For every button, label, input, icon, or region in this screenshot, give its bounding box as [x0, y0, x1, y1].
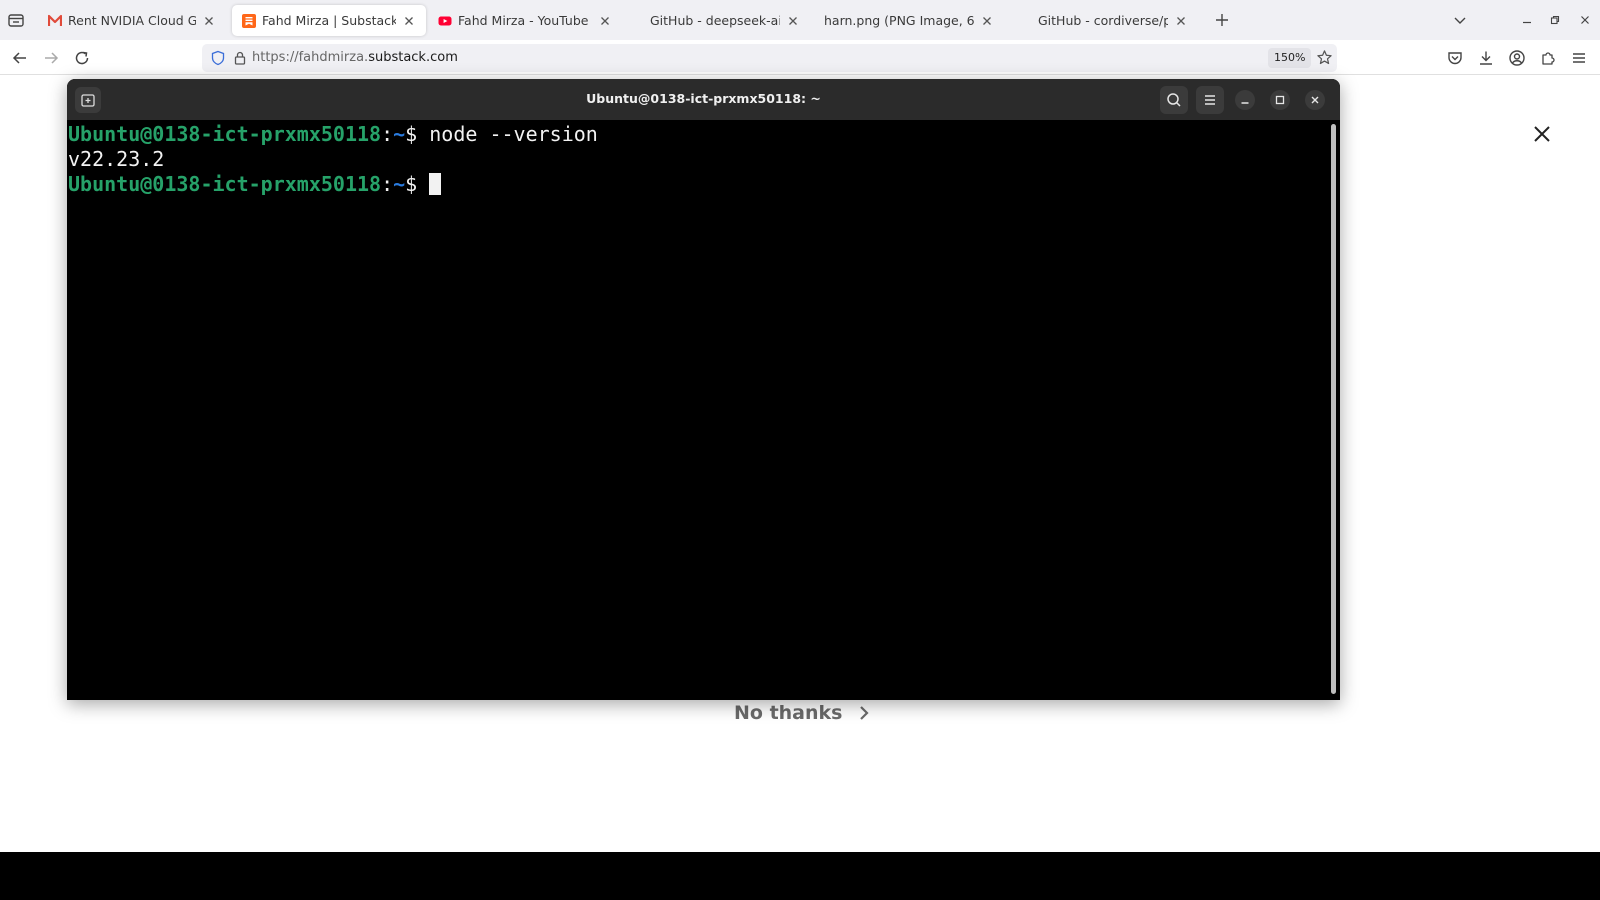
tab-substack[interactable]: Fahd Mirza | Substack — [232, 5, 426, 36]
command-output: v22.23.2 — [68, 147, 165, 171]
screen: Rent NVIDIA Cloud GPUs Fahd Mirza | Subs… — [0, 0, 1600, 900]
no-thanks-button[interactable]: No thanks — [734, 702, 872, 724]
lock-icon[interactable] — [232, 50, 248, 66]
minimize-icon[interactable] — [1520, 13, 1534, 27]
tab-strip: Rent NVIDIA Cloud GPUs Fahd Mirza | Subs… — [0, 0, 1600, 40]
chevron-right-icon — [856, 705, 872, 721]
pocket-icon[interactable] — [1446, 49, 1464, 67]
shield-icon[interactable] — [210, 50, 226, 66]
tab-github-cordiverse[interactable]: GitHub - cordiverse/paper — [1028, 5, 1198, 36]
close-icon[interactable] — [1174, 14, 1188, 28]
text-cursor — [429, 173, 442, 195]
close-window-icon[interactable] — [1578, 13, 1592, 27]
tab-label: Rent NVIDIA Cloud GPUs — [68, 13, 196, 28]
zoom-level-badge[interactable]: 150% — [1268, 48, 1312, 68]
close-icon[interactable] — [786, 14, 800, 28]
prompt-path: ~ — [393, 122, 406, 146]
terminal-title: Ubuntu@0138-ict-prxmx50118: ~ — [586, 91, 821, 106]
close-icon[interactable] — [1305, 90, 1325, 110]
back-arrow-icon[interactable] — [11, 49, 29, 67]
forward-arrow-icon[interactable] — [42, 49, 60, 67]
prompt-user: Ubuntu@0138-ict-prxmx50118 — [68, 172, 382, 196]
close-icon[interactable] — [980, 14, 994, 28]
close-icon[interactable] — [598, 14, 612, 28]
bookmark-star-icon[interactable] — [1316, 49, 1333, 66]
substack-icon — [242, 13, 256, 28]
command-text: node --version — [429, 122, 598, 146]
tab-list-icon[interactable] — [6, 10, 26, 30]
tab-youtube[interactable]: Fahd Mirza - YouTube — [428, 5, 622, 36]
download-icon[interactable] — [1477, 49, 1495, 67]
chevron-down-icon[interactable] — [1452, 12, 1468, 28]
prompt-dollar: $ — [405, 122, 430, 146]
close-icon[interactable] — [1530, 122, 1554, 146]
tab-label: Fahd Mirza | Substack — [262, 13, 396, 28]
url-bar[interactable]: https://fahdmirza.substack.com 150% — [202, 44, 1337, 72]
menu-hamburger-icon[interactable] — [1570, 49, 1588, 67]
terminal-scrollbar[interactable] — [1331, 124, 1336, 694]
tab-label: Fahd Mirza - YouTube — [458, 13, 589, 28]
extensions-icon[interactable] — [1539, 49, 1557, 67]
maximize-icon[interactable] — [1270, 90, 1290, 110]
terminal-line: Ubuntu@0138-ict-prxmx50118:~$ node --ver… — [68, 122, 1340, 147]
tab-label: GitHub - deepseek-ai/deepseek — [650, 13, 780, 28]
menu-hamburger-icon[interactable] — [1196, 86, 1224, 114]
url-host: substack.com — [368, 50, 458, 65]
youtube-icon — [438, 14, 452, 28]
terminal-line: v22.23.2 — [68, 147, 1340, 172]
terminal-window[interactable]: Ubuntu@0138-ict-prxmx50118: ~ Ubuntu@013… — [67, 79, 1340, 700]
terminal-output[interactable]: Ubuntu@0138-ict-prxmx50118:~$ node --ver… — [67, 120, 1340, 700]
tab-rent-nvidia[interactable]: Rent NVIDIA Cloud GPUs — [38, 5, 226, 36]
no-thanks-label: No thanks — [734, 702, 843, 724]
prompt-user: Ubuntu@0138-ict-prxmx50118 — [68, 122, 382, 146]
tab-label: harn.png (PNG Image, 685 × — [824, 13, 974, 28]
m-logo-icon — [48, 14, 62, 28]
reload-icon[interactable] — [73, 49, 91, 67]
terminal-header[interactable]: Ubuntu@0138-ict-prxmx50118: ~ — [67, 79, 1340, 120]
search-icon[interactable] — [1160, 86, 1188, 114]
tab-harn-png[interactable]: harn.png (PNG Image, 685 × — [814, 5, 1004, 36]
prompt-dollar: $ — [405, 172, 430, 196]
restore-icon[interactable] — [1548, 13, 1562, 27]
new-tab-icon[interactable] — [1213, 11, 1231, 29]
prompt-separator: : — [381, 122, 394, 146]
terminal-line: Ubuntu@0138-ict-prxmx50118:~$ — [68, 172, 1340, 197]
navigation-bar: https://fahdmirza.substack.com 150% — [0, 40, 1600, 75]
minimize-icon[interactable] — [1235, 90, 1255, 110]
tab-github-deepseek[interactable]: GitHub - deepseek-ai/deepseek — [640, 5, 810, 36]
url-text[interactable]: https://fahdmirza.substack.com — [252, 50, 458, 65]
close-icon[interactable] — [202, 14, 216, 28]
prompt-separator: : — [381, 172, 394, 196]
tab-label: GitHub - cordiverse/paper — [1038, 13, 1168, 28]
prompt-path: ~ — [393, 172, 406, 196]
account-icon[interactable] — [1508, 49, 1526, 67]
url-prefix: https://fahdmirza. — [252, 50, 369, 65]
close-icon[interactable] — [402, 14, 416, 28]
